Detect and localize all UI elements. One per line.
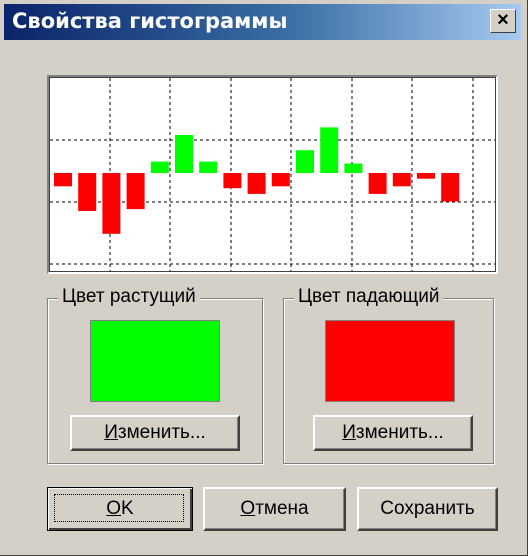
rising-bar: [150, 161, 169, 173]
falling-bar: [102, 173, 121, 234]
rising-bar: [344, 163, 363, 173]
falling-bar: [247, 173, 266, 194]
falling-bar: [54, 173, 72, 187]
title-bar[interactable]: Свойства гистограммы ×: [4, 4, 521, 40]
rising-bar: [199, 161, 218, 173]
ok-button[interactable]: OK: [47, 487, 193, 531]
rising-color-swatch: [90, 320, 220, 402]
close-icon: ×: [497, 9, 509, 31]
falling-bar: [126, 173, 145, 210]
rising-bar: [175, 135, 193, 173]
falling-change-label: Изменить...: [342, 422, 444, 443]
rising-color-group: Цвет растущий Изменить...: [47, 286, 263, 464]
rising-bar: [320, 127, 339, 173]
histogram-preview-chart: [50, 78, 495, 271]
falling-bar: [368, 173, 387, 194]
rising-change-label: Изменить...: [104, 422, 206, 443]
falling-change-button[interactable]: Изменить...: [313, 415, 473, 451]
falling-color-label: Цвет падающий: [294, 286, 444, 308]
falling-color-group: Цвет падающий Изменить...: [283, 286, 494, 464]
falling-color-swatch: [325, 320, 455, 402]
save-button[interactable]: Сохранить: [357, 487, 498, 531]
histogram-preview: [47, 75, 498, 274]
dialog-title: Свойства гистограммы: [12, 9, 288, 33]
rising-color-label: Цвет растущий: [58, 286, 200, 308]
close-button[interactable]: ×: [490, 9, 516, 33]
rising-change-button[interactable]: Изменить...: [70, 415, 240, 451]
falling-bar: [271, 173, 290, 187]
falling-bar: [392, 173, 411, 187]
falling-bar: [417, 173, 435, 179]
falling-bar: [441, 173, 460, 202]
rising-bar: [296, 150, 314, 173]
preview-bars: [54, 127, 460, 234]
falling-bar: [78, 173, 97, 211]
cancel-button[interactable]: Отмена: [203, 487, 346, 531]
histogram-properties-dialog: Свойства гистограммы × Цвет растущий Изм…: [0, 0, 528, 556]
falling-bar: [223, 173, 242, 189]
